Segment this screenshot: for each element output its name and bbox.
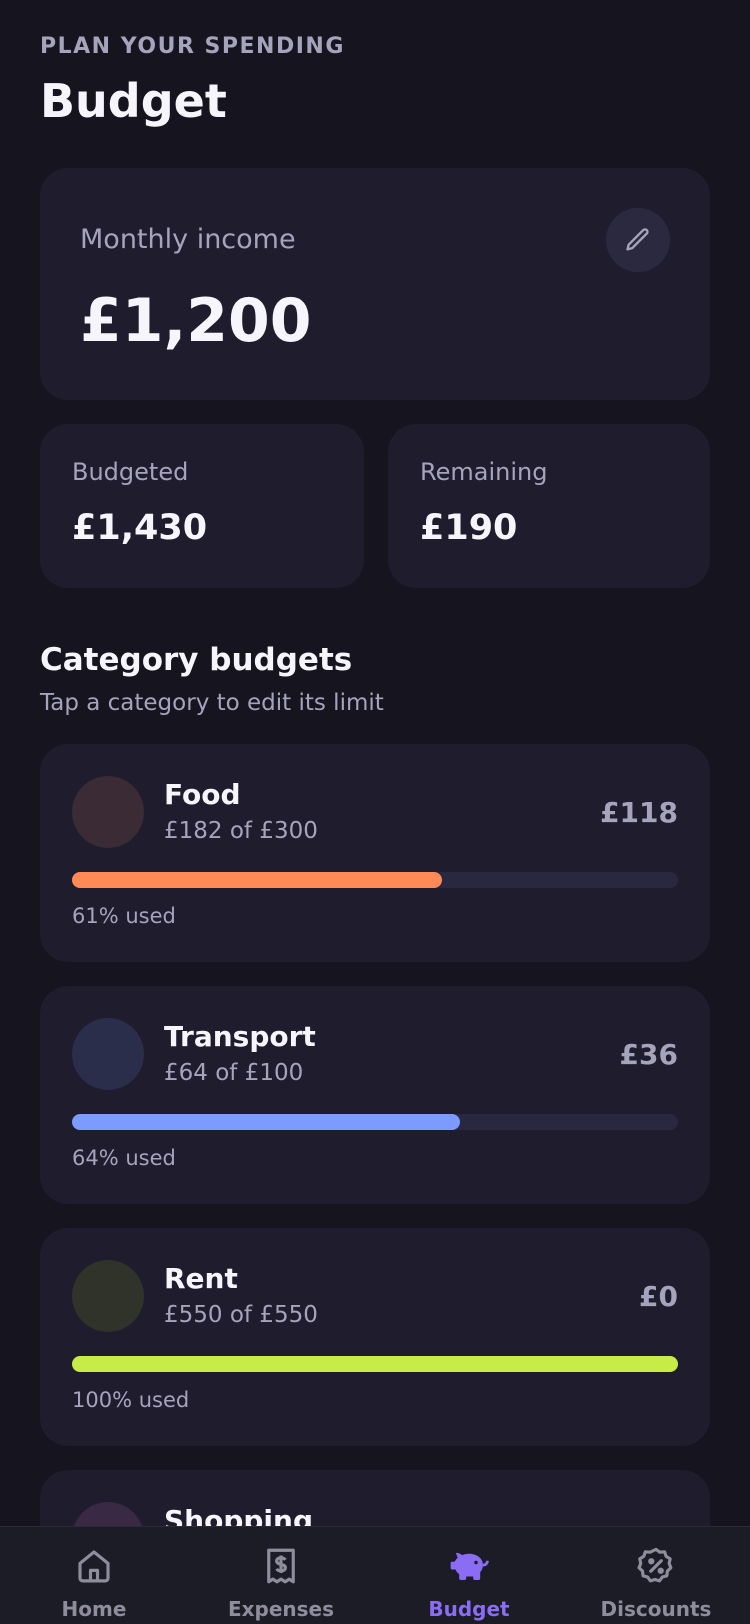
tab-label: Expenses <box>227 1597 335 1621</box>
discount-badge-icon <box>637 1547 673 1583</box>
tab-home[interactable]: Home <box>0 1527 188 1624</box>
category-spent: £182 of £300 <box>164 818 318 844</box>
category-budgets-title: Category budgets <box>40 642 353 678</box>
category-used-percent: 100% used <box>72 1388 190 1412</box>
category-icon <box>72 1018 144 1090</box>
category-progress-fill <box>72 872 442 888</box>
remaining-label: Remaining <box>420 458 548 486</box>
page-title: Budget <box>40 74 227 128</box>
category-card-food[interactable]: Food £182 of £300 £118 61% used <box>40 744 710 962</box>
category-used-percent: 61% used <box>72 904 176 928</box>
tab-discounts[interactable]: Discounts <box>562 1527 750 1624</box>
income-label: Monthly income <box>80 224 296 255</box>
category-spent: £64 of £100 <box>164 1060 304 1086</box>
category-icon <box>72 1260 144 1332</box>
pencil-icon <box>626 228 649 251</box>
budgeted-label: Budgeted <box>72 458 189 486</box>
category-icon <box>72 776 144 848</box>
income-value: £1,200 <box>80 286 312 356</box>
budgeted-card: Budgeted £1,430 <box>40 424 364 588</box>
category-card-transport[interactable]: Transport £64 of £100 £36 64% used <box>40 986 710 1204</box>
category-remaining: £118 <box>600 796 678 829</box>
monthly-income-card: Monthly income £1,200 <box>40 168 710 400</box>
budgeted-value: £1,430 <box>72 508 208 548</box>
category-name: Transport <box>164 1020 316 1053</box>
tab-label: Discounts <box>600 1597 712 1621</box>
category-name: Rent <box>164 1262 238 1295</box>
category-progress-fill <box>72 1356 678 1372</box>
receipt-icon <box>267 1548 295 1584</box>
budget-screen: PLAN YOUR SPENDING Budget Monthly income… <box>0 0 750 1624</box>
tab-expenses[interactable]: Expenses <box>187 1527 375 1624</box>
category-progress-bar <box>72 872 678 888</box>
tab-label: Budget <box>428 1597 510 1621</box>
category-progress-bar <box>72 1356 678 1372</box>
category-progress-fill <box>72 1114 460 1130</box>
remaining-card: Remaining £190 <box>388 424 710 588</box>
remaining-value: £190 <box>420 508 518 548</box>
category-card-rent[interactable]: Rent £550 of £550 £0 100% used <box>40 1228 710 1446</box>
edit-income-button[interactable] <box>606 208 670 272</box>
piggy-bank-icon <box>450 1552 489 1580</box>
tab-label: Home <box>61 1597 127 1621</box>
category-progress-bar <box>72 1114 678 1130</box>
page-eyebrow: PLAN YOUR SPENDING <box>40 34 345 59</box>
category-used-percent: 64% used <box>72 1146 176 1170</box>
category-name: Food <box>164 778 241 811</box>
bottom-tab-bar: Home Expenses Budget Discounts <box>0 1526 750 1624</box>
category-remaining: £0 <box>639 1280 678 1313</box>
category-budgets-subtitle: Tap a category to edit its limit <box>40 690 384 716</box>
tab-budget[interactable]: Budget <box>375 1527 563 1624</box>
category-remaining: £36 <box>619 1038 678 1071</box>
category-spent: £550 of £550 <box>164 1302 318 1328</box>
home-icon <box>78 1550 110 1583</box>
